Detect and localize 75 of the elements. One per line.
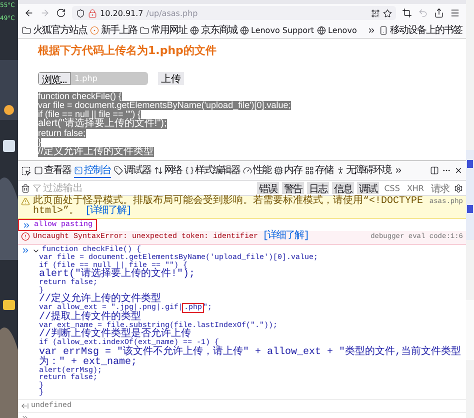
back-icon[interactable] — [24, 8, 34, 18]
devtools-tab[interactable]: 网络 — [154, 163, 182, 178]
devtools-tab[interactable]: 无障碍环境 — [336, 163, 391, 178]
bookmark[interactable]: 常用网址 — [140, 23, 187, 37]
devtools-tab[interactable]: 控制台 — [74, 163, 111, 178]
picker-icon[interactable] — [21, 166, 31, 176]
code-line: alert("请选择要上传的文件!"); — [38, 270, 196, 280]
filter-toggle[interactable]: XHR — [404, 182, 426, 194]
globe-icon — [317, 26, 326, 34]
code-line: //提取上传文件的类型 — [38, 312, 142, 322]
error-icon — [21, 232, 30, 241]
warning-message: 此页面处于怪异模式。排版布局可能会受到影响。若需要标准模式，请使用“<!DOCTYPE html>”。 [详细了解] — [33, 197, 424, 217]
filter-toggle[interactable]: 错误 — [257, 182, 280, 194]
bookmark[interactable]: 移动设备上的书签 — [379, 23, 462, 37]
settings-icon[interactable] — [454, 184, 463, 192]
lock-icon — [88, 8, 97, 18]
reload-icon[interactable] — [56, 8, 66, 18]
devtools-tab[interactable]: 查看器 — [34, 163, 71, 178]
menu-icon[interactable] — [450, 8, 460, 18]
warning-icon — [21, 197, 30, 206]
prompt-icon — [22, 220, 31, 230]
dock-icon[interactable] — [430, 166, 439, 175]
devtools-tab[interactable]: 性能 — [243, 163, 271, 178]
devtools-tab[interactable]: 存储 — [305, 163, 333, 178]
folder-icon — [140, 26, 149, 34]
globe-icon — [190, 26, 199, 34]
page-heading: 根据下方代码上传名为1.php的文件 — [38, 43, 216, 58]
qr-code-icon[interactable] — [371, 8, 380, 18]
globe-icon — [240, 26, 249, 34]
code-line: //判断上传文件类型是否允许上传 — [38, 330, 192, 340]
firefox-icon — [90, 26, 99, 34]
bookmark[interactable]: 京东商城 — [190, 23, 237, 37]
bookmark[interactable]: 新手上路 — [90, 23, 137, 37]
filter-toggle[interactable]: 请求 — [429, 182, 451, 194]
learn-more-link[interactable]: [详细了解] — [262, 231, 309, 242]
filter-icon — [33, 184, 41, 192]
browse-button[interactable]: 浏览... — [38, 72, 71, 85]
person-icon — [336, 166, 345, 174]
square-icon — [34, 166, 43, 174]
filter-toggle[interactable]: 警告 — [282, 182, 304, 194]
bookmark[interactable]: Lenovo Support — [240, 26, 314, 34]
grid-icon — [305, 166, 314, 174]
crop-icon[interactable] — [402, 8, 412, 18]
chip-icon — [274, 166, 283, 174]
learn-more-link[interactable]: [详细了解] — [85, 206, 132, 217]
trash-icon[interactable] — [21, 184, 30, 192]
tag-icon — [114, 166, 123, 174]
upload-button[interactable]: 上传 — [158, 72, 184, 85]
chevrons-icon[interactable] — [394, 166, 403, 175]
chevrons-icon[interactable] — [367, 26, 376, 34]
code-line: //定义允许上传的文件类型 — [38, 295, 162, 305]
bookmark[interactable]: 火狐官方站点 — [22, 23, 87, 37]
phone-icon — [379, 26, 388, 34]
filter-field[interactable]: 过滤输出 — [43, 182, 103, 194]
result-icon — [21, 402, 29, 410]
filter-toggle[interactable]: 调试 — [357, 182, 380, 194]
code-line: var errMsg = "该文件不允许上传，请上传" + allow_ext + "类型的文件,当前文件类型为：" + ext_name; — [38, 348, 462, 368]
arrows-icon — [154, 166, 163, 174]
filter-toggle[interactable]: 信息 — [332, 182, 354, 194]
star-icon[interactable] — [383, 8, 392, 18]
terminal-icon — [74, 166, 83, 174]
filter-toggle[interactable]: CSS — [382, 182, 402, 194]
bookmark[interactable]: Lenovo — [317, 26, 357, 34]
close-icon[interactable] — [454, 166, 463, 175]
devtools-tab[interactable]: 调试器 — [114, 163, 151, 178]
shield-icon — [76, 8, 85, 18]
share-icon[interactable] — [434, 8, 444, 18]
devtools-tab[interactable]: 样式编辑器 — [185, 163, 240, 178]
braces-icon — [185, 166, 194, 174]
prompt-icon — [21, 246, 30, 255]
gauge-icon — [243, 166, 252, 174]
folder-icon — [22, 26, 31, 34]
filter-toggle[interactable]: 日志 — [307, 182, 330, 194]
devtools-tab[interactable]: 内存 — [274, 163, 302, 178]
address-field[interactable]: 10.20.91.7 /up/asas.php — [72, 6, 396, 20]
